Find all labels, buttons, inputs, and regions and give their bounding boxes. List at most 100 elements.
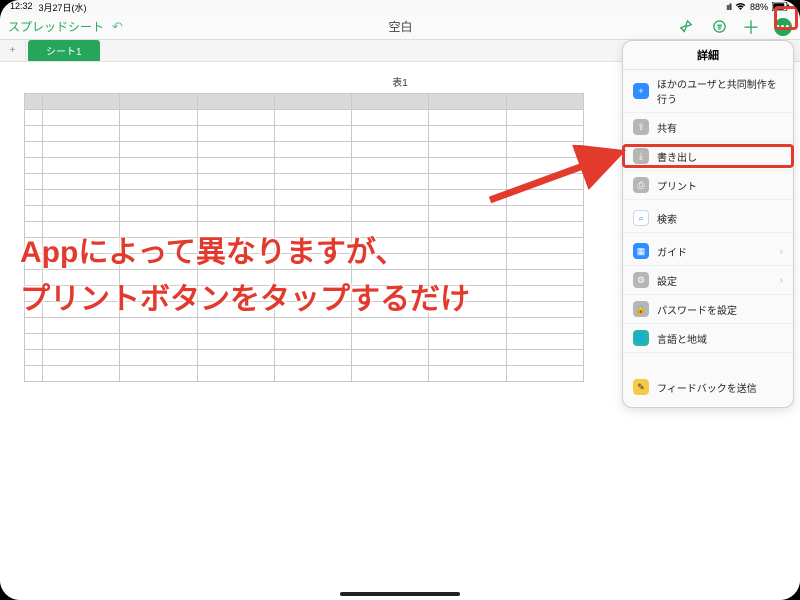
cell[interactable]	[506, 158, 583, 174]
cell[interactable]	[352, 302, 429, 318]
menu-item-feedback[interactable]: ✎ フィードバックを送信	[623, 373, 793, 401]
cell[interactable]	[197, 286, 274, 302]
cell[interactable]	[43, 318, 120, 334]
filter-icon[interactable]	[710, 18, 728, 36]
row-header[interactable]	[25, 302, 43, 318]
cell[interactable]	[429, 238, 506, 254]
cell[interactable]	[120, 190, 197, 206]
cell[interactable]	[352, 254, 429, 270]
cell[interactable]	[274, 238, 351, 254]
cell[interactable]	[120, 334, 197, 350]
cell[interactable]	[197, 350, 274, 366]
cell[interactable]	[120, 286, 197, 302]
cell[interactable]	[429, 174, 506, 190]
cell[interactable]	[429, 270, 506, 286]
cell[interactable]	[197, 142, 274, 158]
cell[interactable]	[120, 142, 197, 158]
cell[interactable]	[352, 286, 429, 302]
cell[interactable]	[506, 318, 583, 334]
cell[interactable]	[120, 206, 197, 222]
cell[interactable]	[429, 334, 506, 350]
cell[interactable]	[429, 318, 506, 334]
cell[interactable]	[43, 190, 120, 206]
row-header[interactable]	[25, 142, 43, 158]
cell[interactable]	[120, 238, 197, 254]
cell[interactable]	[506, 174, 583, 190]
cell[interactable]	[43, 174, 120, 190]
cell[interactable]	[506, 366, 583, 382]
cell[interactable]	[429, 254, 506, 270]
cell[interactable]	[43, 254, 120, 270]
cell[interactable]	[274, 142, 351, 158]
row-header[interactable]	[25, 366, 43, 382]
cell[interactable]	[197, 238, 274, 254]
menu-item-search[interactable]: ⌕検索	[623, 204, 793, 233]
cell[interactable]	[43, 110, 120, 126]
cell[interactable]	[120, 270, 197, 286]
cell[interactable]	[506, 190, 583, 206]
cell[interactable]	[352, 366, 429, 382]
cell[interactable]	[43, 238, 120, 254]
cell[interactable]	[197, 270, 274, 286]
cell[interactable]	[274, 302, 351, 318]
cell[interactable]	[274, 350, 351, 366]
cell[interactable]	[274, 222, 351, 238]
cell[interactable]	[43, 286, 120, 302]
cell[interactable]	[429, 110, 506, 126]
home-indicator[interactable]	[340, 592, 460, 596]
row-header[interactable]	[25, 222, 43, 238]
cell[interactable]	[352, 270, 429, 286]
cell[interactable]	[274, 286, 351, 302]
cell[interactable]	[352, 318, 429, 334]
cell[interactable]	[43, 126, 120, 142]
cell[interactable]	[352, 126, 429, 142]
cell[interactable]	[506, 286, 583, 302]
cell[interactable]	[197, 206, 274, 222]
menu-item-printer[interactable]: ⎙プリント	[623, 171, 793, 200]
col-header[interactable]	[274, 94, 351, 110]
cell[interactable]	[43, 142, 120, 158]
cell[interactable]	[506, 238, 583, 254]
row-header[interactable]	[25, 190, 43, 206]
cell[interactable]	[429, 222, 506, 238]
cell[interactable]	[429, 158, 506, 174]
format-brush-icon[interactable]	[678, 18, 696, 36]
row-header[interactable]	[25, 350, 43, 366]
cell[interactable]	[43, 206, 120, 222]
cell[interactable]	[352, 222, 429, 238]
cell[interactable]	[352, 238, 429, 254]
menu-item-settings[interactable]: ⚙設定›	[623, 266, 793, 295]
cell[interactable]	[43, 334, 120, 350]
cell[interactable]	[197, 126, 274, 142]
cell[interactable]	[274, 254, 351, 270]
row-header[interactable]	[25, 158, 43, 174]
col-header[interactable]	[120, 94, 197, 110]
cell[interactable]	[274, 158, 351, 174]
spreadsheet-grid[interactable]	[24, 93, 584, 382]
cell[interactable]	[506, 254, 583, 270]
cell[interactable]	[352, 334, 429, 350]
cell[interactable]	[506, 110, 583, 126]
cell[interactable]	[506, 334, 583, 350]
cell[interactable]	[120, 126, 197, 142]
cell[interactable]	[429, 366, 506, 382]
row-header[interactable]	[25, 126, 43, 142]
cell[interactable]	[197, 302, 274, 318]
row-header[interactable]	[25, 110, 43, 126]
cell[interactable]	[274, 174, 351, 190]
cell[interactable]	[274, 334, 351, 350]
add-icon[interactable]: ＋	[742, 18, 760, 36]
col-header[interactable]	[506, 94, 583, 110]
cell[interactable]	[120, 174, 197, 190]
cell[interactable]	[120, 110, 197, 126]
cell[interactable]	[506, 126, 583, 142]
add-sheet-button[interactable]: +	[0, 40, 26, 61]
cell[interactable]	[352, 110, 429, 126]
cell[interactable]	[506, 142, 583, 158]
cell[interactable]	[120, 350, 197, 366]
cell[interactable]	[120, 302, 197, 318]
corner-cell[interactable]	[25, 94, 43, 110]
cell[interactable]	[429, 190, 506, 206]
cell[interactable]	[429, 126, 506, 142]
cell[interactable]	[429, 142, 506, 158]
